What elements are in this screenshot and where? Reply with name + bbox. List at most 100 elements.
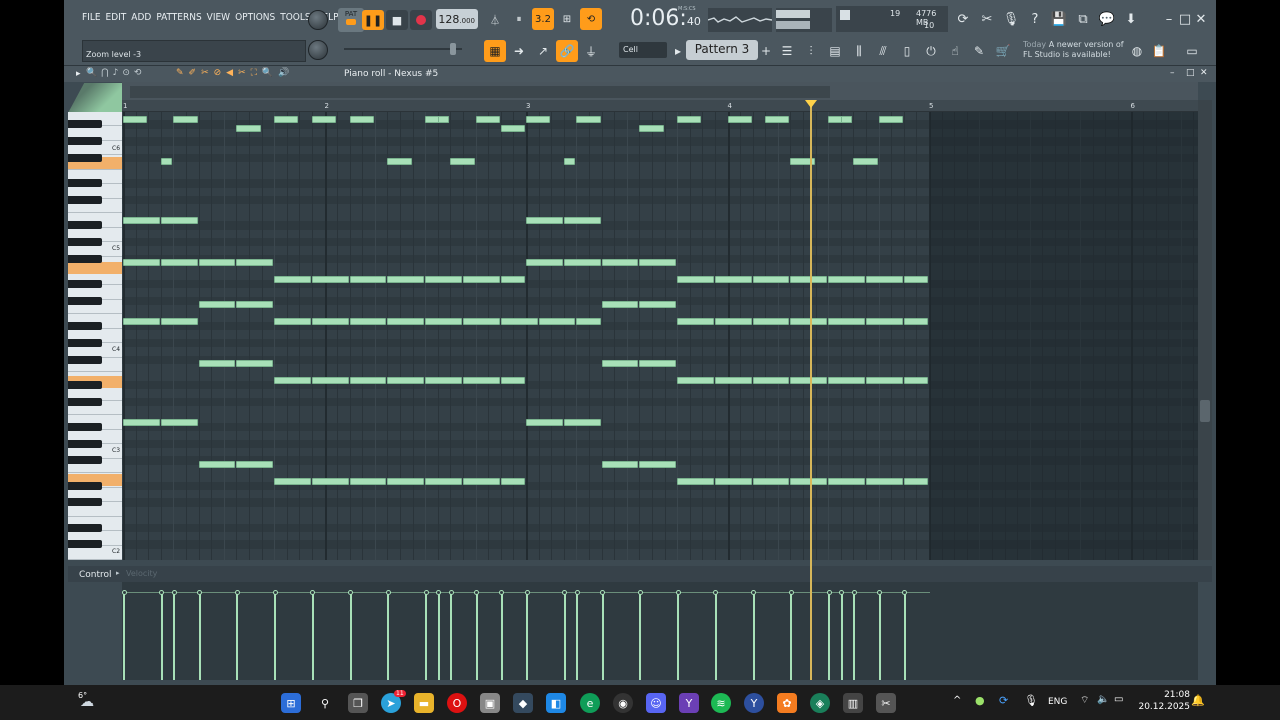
velocity-bar[interactable] bbox=[450, 594, 453, 680]
note[interactable] bbox=[349, 276, 387, 283]
velocity-bar[interactable] bbox=[790, 594, 793, 680]
minimize-button[interactable]: – bbox=[1162, 8, 1176, 30]
note[interactable] bbox=[311, 276, 349, 283]
black-key[interactable] bbox=[68, 397, 102, 406]
clipboard-button[interactable]: 📋 bbox=[1148, 40, 1170, 62]
note[interactable] bbox=[160, 158, 173, 165]
note[interactable] bbox=[526, 419, 563, 426]
spotify-app[interactable]: ≋ bbox=[711, 693, 731, 713]
velocity-bar[interactable] bbox=[853, 594, 856, 680]
note[interactable] bbox=[714, 276, 752, 283]
link-button[interactable]: 🔗 bbox=[556, 40, 578, 62]
tray-app-icon[interactable]: ● bbox=[975, 694, 985, 707]
pattern-mode-button[interactable]: ▦ bbox=[484, 40, 506, 62]
note[interactable] bbox=[349, 116, 374, 123]
menu-edit[interactable]: EDIT bbox=[106, 12, 127, 28]
note[interactable] bbox=[866, 318, 903, 325]
note[interactable] bbox=[752, 377, 790, 384]
note[interactable] bbox=[563, 259, 601, 266]
note[interactable] bbox=[903, 276, 928, 283]
black-key[interactable] bbox=[68, 481, 102, 490]
note[interactable] bbox=[425, 318, 463, 325]
channel-rack-button[interactable]: ▤ bbox=[824, 40, 846, 62]
velocity-bar[interactable] bbox=[639, 594, 642, 680]
note[interactable] bbox=[903, 318, 928, 325]
menu-tools[interactable]: TOOLS bbox=[280, 12, 310, 28]
note[interactable] bbox=[866, 276, 903, 283]
velocity-handle[interactable] bbox=[448, 590, 454, 595]
velocity-bar[interactable] bbox=[903, 594, 906, 680]
tool-slide-button[interactable]: ↗ bbox=[532, 40, 554, 62]
black-key[interactable] bbox=[68, 439, 102, 448]
note[interactable] bbox=[236, 360, 274, 367]
note[interactable] bbox=[123, 419, 160, 426]
scroll-corner[interactable] bbox=[68, 83, 122, 113]
step-edit-button[interactable]: ⊞ bbox=[556, 8, 578, 30]
channel-settings-button[interactable]: ⫻ bbox=[872, 40, 894, 62]
note[interactable] bbox=[236, 125, 261, 132]
vertical-scrollbar[interactable] bbox=[1198, 100, 1212, 560]
window-menu-arrow-icon[interactable]: ▸ bbox=[76, 69, 81, 79]
app-doc[interactable]: ▥ bbox=[843, 693, 863, 713]
note[interactable] bbox=[639, 259, 677, 266]
note[interactable] bbox=[866, 478, 903, 485]
velocity-bar[interactable] bbox=[828, 594, 831, 680]
velocity-bar[interactable] bbox=[576, 594, 579, 680]
black-key[interactable] bbox=[68, 179, 102, 188]
note[interactable] bbox=[576, 318, 601, 325]
close-button[interactable]: ✕ bbox=[1194, 8, 1208, 30]
plugin-picker-button[interactable]: ⏻ bbox=[920, 40, 942, 62]
note[interactable] bbox=[526, 259, 563, 266]
touch-keyboard-button[interactable]: ☝ bbox=[944, 40, 966, 62]
taskbar-search[interactable]: ⚲ bbox=[315, 693, 335, 713]
black-key[interactable] bbox=[68, 221, 102, 230]
scroll-thumb[interactable] bbox=[1200, 400, 1210, 422]
control-label[interactable]: Control bbox=[79, 570, 112, 580]
shop-button[interactable]: 🛒 bbox=[992, 40, 1014, 62]
velocity-bar[interactable] bbox=[274, 594, 277, 680]
velocity-bar[interactable] bbox=[425, 594, 428, 680]
yandex-app[interactable]: Y bbox=[679, 693, 699, 713]
velocity-bar[interactable] bbox=[526, 594, 528, 680]
highlighted-key[interactable] bbox=[68, 262, 122, 274]
velocity-bar[interactable] bbox=[311, 594, 314, 680]
velocity-bar[interactable] bbox=[840, 594, 843, 680]
news-panel[interactable]: Today A newer version of FL Studio is ava… bbox=[1023, 40, 1127, 62]
draw-tools-icon[interactable]: ✎✐✂⊘◀✂⛶🔍🔊 bbox=[176, 68, 294, 78]
note[interactable] bbox=[752, 318, 790, 325]
pr-maximize-icon[interactable]: □ bbox=[1186, 68, 1195, 78]
note[interactable] bbox=[463, 478, 500, 485]
explorer-app[interactable]: ▬ bbox=[414, 693, 434, 713]
note[interactable] bbox=[274, 478, 311, 485]
app-green[interactable]: ◈ bbox=[810, 693, 830, 713]
note[interactable] bbox=[526, 217, 563, 224]
velocity-bar[interactable] bbox=[752, 594, 755, 680]
note[interactable] bbox=[463, 377, 500, 384]
master-pitch-knob[interactable] bbox=[308, 40, 328, 60]
tempo-tap-button[interactable]: ⏚ bbox=[580, 40, 602, 62]
velocity-handle[interactable] bbox=[713, 590, 719, 595]
note[interactable] bbox=[563, 158, 576, 165]
piano-roll-titlebar[interactable]: ▸ 🔍⋂♪⊙⟲ ✎✐✂⊘◀✂⛶🔍🔊 Piano roll - Nexus #5 … bbox=[64, 66, 1216, 82]
notification-bell-icon[interactable]: 🔔 bbox=[1191, 694, 1205, 707]
note[interactable] bbox=[677, 276, 714, 283]
stamp-button[interactable]: ✎ bbox=[968, 40, 990, 62]
note[interactable] bbox=[840, 116, 853, 123]
note[interactable] bbox=[236, 259, 274, 266]
stop-button[interactable]: ■ bbox=[386, 10, 408, 30]
note[interactable] bbox=[752, 276, 790, 283]
velocity-bar[interactable] bbox=[160, 594, 163, 680]
note[interactable] bbox=[236, 301, 274, 308]
black-key[interactable] bbox=[68, 456, 102, 465]
overview-strip[interactable] bbox=[122, 82, 1198, 100]
help-button[interactable]: ? bbox=[1024, 8, 1046, 30]
menu-options[interactable]: OPTIONS bbox=[235, 12, 275, 28]
start-button[interactable]: ⊞ bbox=[281, 693, 301, 713]
note[interactable] bbox=[639, 360, 677, 367]
note[interactable] bbox=[387, 276, 425, 283]
piano-roll-button[interactable]: ⫶ bbox=[800, 40, 822, 62]
velocity-handle[interactable] bbox=[436, 590, 442, 595]
note[interactable] bbox=[463, 276, 500, 283]
note[interactable] bbox=[677, 318, 714, 325]
note[interactable] bbox=[500, 478, 525, 485]
